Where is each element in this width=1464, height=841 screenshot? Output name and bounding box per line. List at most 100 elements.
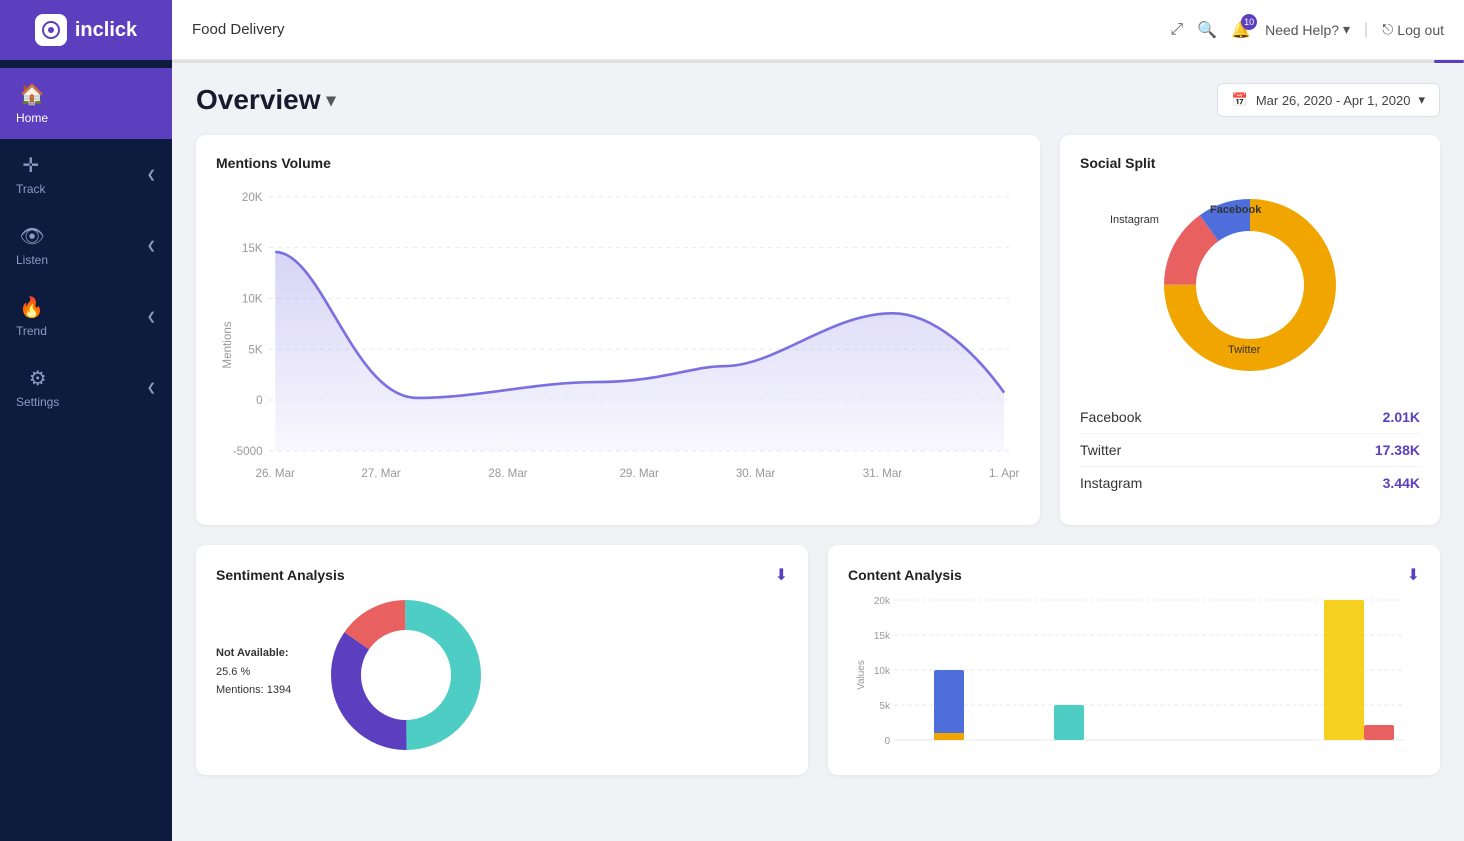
sidebar-label-listen: Listen <box>16 253 48 267</box>
logo-icon <box>35 14 67 46</box>
svg-text:5k: 5k <box>879 701 891 712</box>
page-title-text: Overview <box>196 84 321 116</box>
bottom-cards-row: Sentiment Analysis ⬇ Not Available: 25.6… <box>196 545 1440 775</box>
help-chevron-icon: ▾ <box>1343 21 1350 38</box>
svg-text:10K: 10K <box>242 293 263 306</box>
date-range-picker[interactable]: 📅 Mar 26, 2020 - Apr 1, 2020 ▾ <box>1217 83 1440 117</box>
svg-text:0: 0 <box>256 394 263 407</box>
sentiment-analysis-card: Sentiment Analysis ⬇ Not Available: 25.6… <box>196 545 808 775</box>
date-range-chevron-icon: ▾ <box>1418 92 1425 108</box>
header-icons: ⤢ 🔍 🔔 10 Need Help? ▾ | ⎋ Log out <box>1170 20 1444 40</box>
mentions-volume-title: Mentions Volume <box>216 155 1020 171</box>
sidebar-label-trend: Trend <box>16 324 47 338</box>
content-download-icon[interactable]: ⬇ <box>1407 565 1420 585</box>
svg-text:31. Mar: 31. Mar <box>863 467 903 480</box>
svg-text:Mentions: Mentions <box>221 321 234 368</box>
content-analysis-chart: 20k 15k 10k 5k 0 Values <box>848 595 1420 755</box>
svg-text:Values: Values <box>856 660 867 690</box>
mentions-volume-chart: 20K 15K 10K 5K 0 -5000 Mentions <box>216 185 1020 505</box>
svg-text:15K: 15K <box>242 242 263 255</box>
svg-text:26. Mar: 26. Mar <box>256 467 296 480</box>
svg-text:0: 0 <box>884 736 890 747</box>
search-icon[interactable]: 🔍 <box>1197 20 1217 40</box>
social-split-donut-chart: Instagram Facebook Twitter <box>1080 185 1420 385</box>
svg-text:20k: 20k <box>874 596 891 607</box>
twitter-value: 17.38K <box>1375 442 1420 458</box>
svg-text:29. Mar: 29. Mar <box>619 467 659 480</box>
page-title: Overview ▾ <box>196 84 336 116</box>
home-icon: 🏠 <box>20 82 45 107</box>
social-list-twitter: Twitter 17.38K <box>1080 434 1420 467</box>
sidebar-item-settings[interactable]: ⚙ Settings ❮ <box>0 352 172 423</box>
listen-icon: 👁 <box>19 224 44 249</box>
logo-text: inclick <box>75 19 137 42</box>
notification-badge: 10 <box>1241 14 1257 30</box>
top-cards-row: Mentions Volume 20K 15K 10K <box>196 135 1440 525</box>
help-button[interactable]: Need Help? ▾ <box>1265 21 1350 38</box>
social-list-instagram: Instagram 3.44K <box>1080 467 1420 499</box>
social-platform-list: Facebook 2.01K Twitter 17.38K Instagram … <box>1080 401 1420 499</box>
sentiment-card-header: Sentiment Analysis ⬇ <box>216 565 788 585</box>
sentiment-label: Not Available: 25.6 % Mentions: 1394 <box>216 644 291 700</box>
sidebar-item-track[interactable]: ✛ Track ❮ <box>0 139 172 210</box>
listen-chevron-icon: ❮ <box>147 239 156 252</box>
help-label: Need Help? <box>1265 22 1339 38</box>
sidebar-item-listen[interactable]: 👁 Listen ❮ <box>0 210 172 281</box>
sentiment-analysis-title: Sentiment Analysis <box>216 567 345 583</box>
sidebar-label-settings: Settings <box>16 395 59 409</box>
twitter-label: Twitter <box>1080 442 1121 458</box>
calendar-icon: 📅 <box>1232 92 1248 108</box>
social-list-facebook: Facebook 2.01K <box>1080 401 1420 434</box>
sidebar-nav: 🏠 Home ✛ Track ❮ 👁 Listen ❮ 🔥 Trend ❮ <box>0 68 172 423</box>
logout-button[interactable]: ⎋ Log out <box>1382 21 1444 38</box>
svg-text:28. Mar: 28. Mar <box>488 467 528 480</box>
notification-icon[interactable]: 🔔 10 <box>1231 20 1251 40</box>
trend-icon: 🔥 <box>19 295 44 320</box>
social-split-card: Social Split Insta <box>1060 135 1440 525</box>
content-analysis-card: Content Analysis ⬇ 20k 15k 10k <box>828 545 1440 775</box>
svg-text:30. Mar: 30. Mar <box>736 467 776 480</box>
page-header: Overview ▾ 📅 Mar 26, 2020 - Apr 1, 2020 … <box>196 83 1440 117</box>
header-divider: | <box>1364 21 1368 39</box>
svg-text:1. Apr: 1. Apr <box>989 467 1020 480</box>
overview-chevron-icon[interactable]: ▾ <box>327 90 336 111</box>
trend-chevron-icon: ❮ <box>147 310 156 323</box>
top-header: Food Delivery ⤢ 🔍 🔔 10 Need Help? ▾ | ⎋ … <box>172 0 1464 60</box>
expand-icon[interactable]: ⤢ <box>1170 21 1183 39</box>
svg-text:27. Mar: 27. Mar <box>361 467 401 480</box>
settings-icon: ⚙ <box>29 366 47 391</box>
svg-text:10k: 10k <box>874 666 891 677</box>
logout-icon: ⎋ <box>1382 21 1393 38</box>
svg-text:-5000: -5000 <box>233 445 263 458</box>
sidebar-label-home: Home <box>16 111 48 125</box>
instagram-value: 3.44K <box>1383 475 1420 491</box>
loading-bar <box>172 60 1464 63</box>
sentiment-chart-area: Not Available: 25.6 % Mentions: 1394 <box>216 595 788 755</box>
content-analysis-title: Content Analysis <box>848 567 962 583</box>
content-card-header: Content Analysis ⬇ <box>848 565 1420 585</box>
logout-label: Log out <box>1397 22 1444 38</box>
sidebar-item-home[interactable]: 🏠 Home <box>0 68 172 139</box>
sentiment-donut-wrapper: Not Available: 25.6 % Mentions: 1394 <box>216 644 291 706</box>
svg-text:20K: 20K <box>242 191 263 204</box>
sentiment-download-icon[interactable]: ⬇ <box>775 565 788 585</box>
mentions-volume-card: Mentions Volume 20K 15K 10K <box>196 135 1040 525</box>
sidebar-label-track: Track <box>16 182 46 196</box>
sentiment-mentions: Mentions: 1394 <box>216 684 291 696</box>
svg-text:15k: 15k <box>874 631 891 642</box>
loading-indicator <box>1434 60 1464 63</box>
facebook-value: 2.01K <box>1383 409 1420 425</box>
content-area: Overview ▾ 📅 Mar 26, 2020 - Apr 1, 2020 … <box>172 63 1464 841</box>
date-range-text: Mar 26, 2020 - Apr 1, 2020 <box>1256 93 1411 108</box>
track-chevron-icon: ❮ <box>147 168 156 181</box>
social-split-title: Social Split <box>1080 155 1420 171</box>
svg-text:5K: 5K <box>248 343 262 356</box>
facebook-label: Facebook <box>1080 409 1141 425</box>
header-title: Food Delivery <box>192 21 1154 38</box>
sidebar-logo[interactable]: inclick <box>0 0 172 60</box>
settings-chevron-icon: ❮ <box>147 381 156 394</box>
sidebar-item-trend[interactable]: 🔥 Trend ❮ <box>0 281 172 352</box>
track-icon: ✛ <box>22 153 39 178</box>
sentiment-percent: 25.6 % <box>216 666 250 678</box>
sidebar: inclick 🏠 Home ✛ Track ❮ 👁 Listen ❮ 🔥 <box>0 0 172 841</box>
